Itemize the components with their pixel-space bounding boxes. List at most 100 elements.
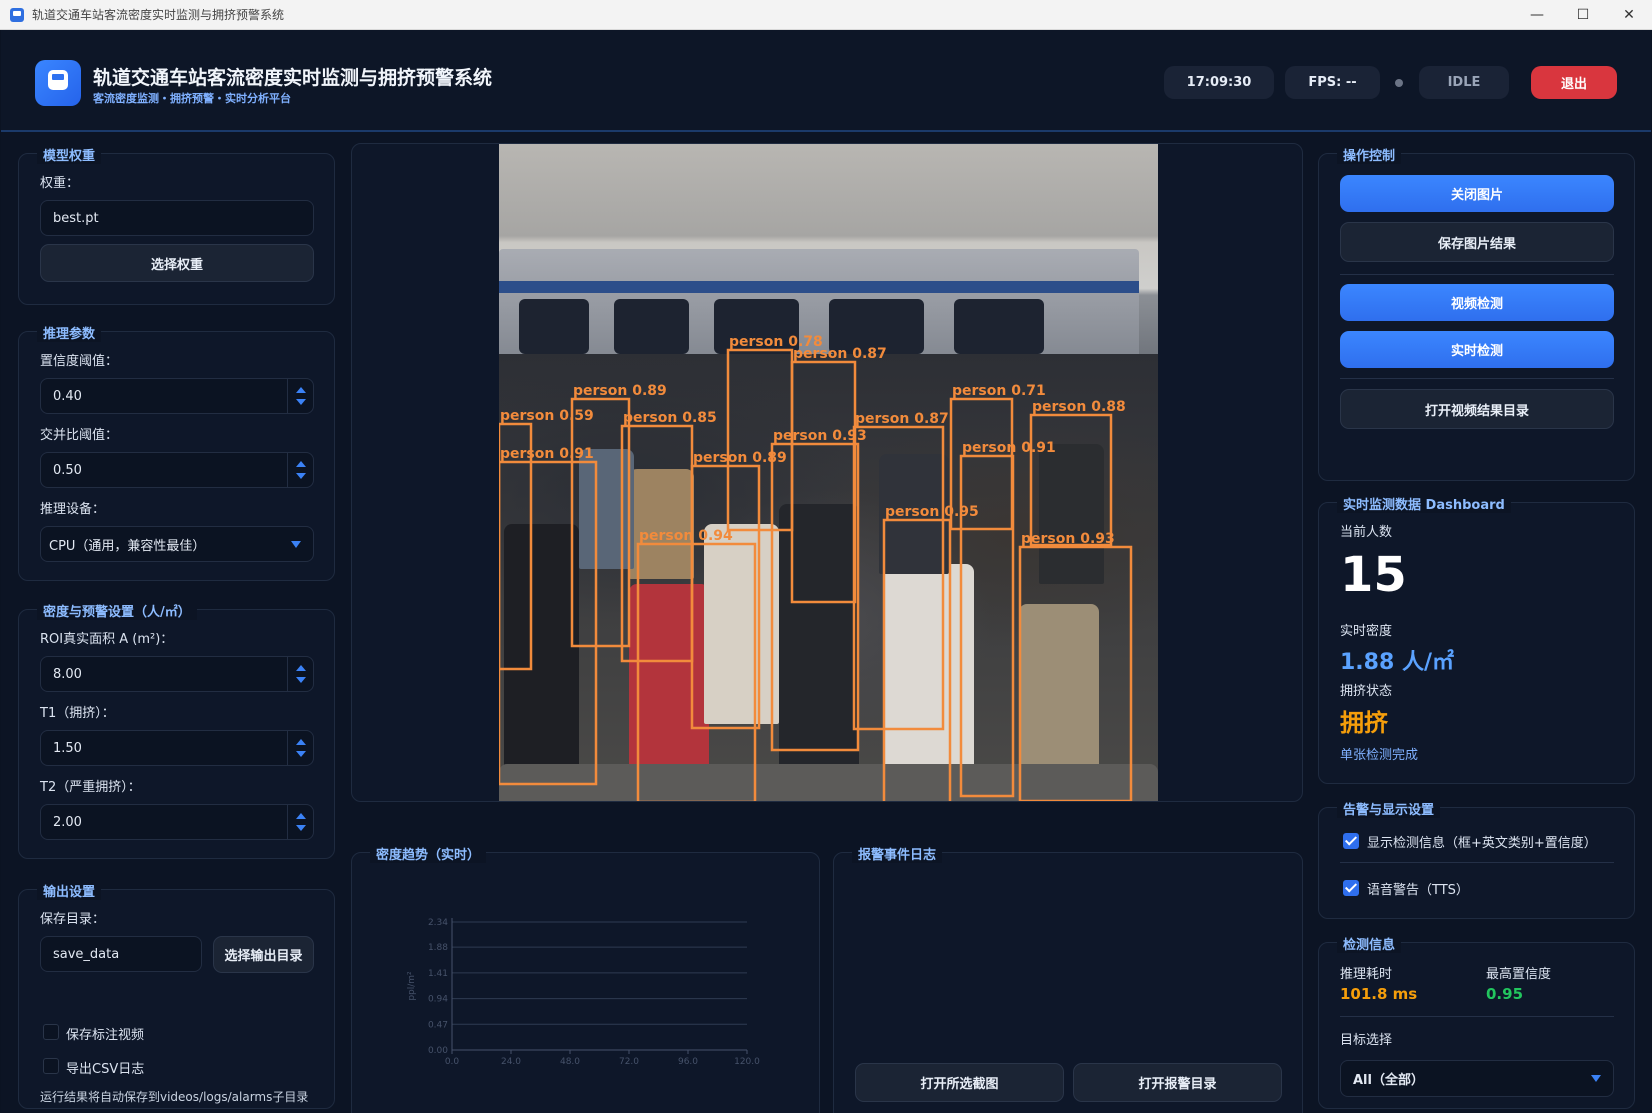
t2-stepper-icon[interactable] [287, 805, 313, 839]
x-tick-label: 48.0 [560, 1057, 580, 1067]
show-info-label: 显示检测信息（框+英文类别+置信度） [1367, 836, 1597, 851]
target-value: All（全部） [1353, 1073, 1424, 1088]
alerts-section-title: 告警与显示设置 [1337, 799, 1441, 818]
t1-label: T1（拥挤）： [40, 706, 115, 721]
chevron-down-icon [291, 541, 301, 548]
iou-spinbox[interactable]: 0.50 [40, 452, 314, 488]
save-image-result-button[interactable]: 保存图片结果 [1340, 222, 1614, 262]
count-value: 15 [1340, 547, 1407, 603]
divider [1340, 862, 1614, 863]
window-title: 轨道交通车站客流密度实时监测与拥挤预警系统 [32, 8, 285, 22]
show-info-checkbox[interactable] [1343, 833, 1359, 849]
save-video-label: 保存标注视频 [66, 1028, 145, 1043]
device-label: 推理设备： [40, 502, 106, 517]
density-value: 1.88 人/㎡ [1340, 650, 1454, 675]
y-tick-label: 1.88 [428, 943, 448, 953]
inference-panel: 推理参数 置信度阈值： 0.40 交并比阈值： 0.50 推理设备： CPU（通… [18, 323, 335, 581]
window-titlebar: 轨道交通车站客流密度实时监测与拥挤预警系统 — ☐ ✕ [0, 0, 1652, 30]
t2-spinbox[interactable]: 2.00 [40, 804, 314, 840]
crowd-status-value: 拥挤 [1340, 709, 1388, 737]
open-selected-screenshot-button[interactable]: 打开所选截图 [855, 1063, 1064, 1102]
trend-chart: 0.00 0.47 0.94 1.41 1.88 2.34 0.0 24.0 48.0 72.0 9… [407, 918, 760, 1067]
iou-value: 0.50 [53, 462, 82, 478]
detection-label: person 0.88 [1032, 399, 1126, 415]
detection-box [499, 460, 598, 786]
app-subtitle: 客流密度监测・拥挤预警・实时分析平台 [93, 92, 291, 105]
y-tick-label: 1.41 [428, 969, 448, 979]
t1-spinbox[interactable]: 1.50 [40, 730, 314, 766]
minimize-icon[interactable]: — [1514, 0, 1560, 30]
conf-spinbox[interactable]: 0.40 [40, 378, 314, 414]
output-dir-input[interactable]: save_data [40, 936, 202, 972]
output-panel: 输出设置 保存目录： save_data 选择输出目录 保存标注视频 导出CSV… [18, 881, 335, 1109]
conf-value: 0.40 [53, 388, 82, 404]
infer-time-value: 101.8 ms [1340, 985, 1418, 1003]
x-tick-label: 120.0 [734, 1057, 760, 1067]
t2-value: 2.00 [53, 814, 82, 830]
density-section-title: 密度与预警设置（人/㎡） [37, 601, 197, 620]
detection-box [790, 360, 857, 604]
status-label: 拥挤状态 [1340, 684, 1393, 699]
export-csv-checkbox[interactable] [43, 1058, 59, 1074]
t1-value: 1.50 [53, 740, 82, 756]
detection-label: person 0.91 [500, 446, 594, 462]
y-tick-label: 2.34 [428, 918, 448, 928]
roi-spinbox[interactable]: 8.00 [40, 656, 314, 692]
density-panel: 密度与预警设置（人/㎡） ROI真实面积 A (m²)： 8.00 T1（拥挤）… [18, 601, 335, 859]
detection-box [570, 397, 631, 648]
conf-stepper-icon[interactable] [287, 379, 313, 413]
max-conf-value: 0.95 [1486, 985, 1524, 1003]
alarm-log-section-title: 报警事件日志 [852, 844, 943, 863]
detection-label: person 0.59 [500, 408, 594, 424]
x-tick-label: 0.0 [445, 1057, 460, 1067]
roi-stepper-icon[interactable] [287, 657, 313, 691]
model-section-title: 模型权重 [37, 145, 102, 164]
maximize-icon[interactable]: ☐ [1560, 0, 1606, 30]
tts-label: 语音警告（TTS） [1367, 883, 1469, 898]
fps-display: FPS: -- [1285, 66, 1380, 99]
iou-label: 交并比阈值： [40, 428, 119, 443]
detection-label: person 0.91 [962, 440, 1056, 456]
device-select[interactable]: CPU（通用，兼容性最佳） [40, 526, 314, 562]
open-video-dir-button[interactable]: 打开视频结果目录 [1340, 389, 1614, 429]
controls-panel: 操作控制 关闭图片 保存图片结果 视频检测 实时检测 打开视频结果目录 [1318, 145, 1635, 481]
detinfo-section-title: 检测信息 [1337, 934, 1402, 953]
video-detect-button[interactable]: 视频检测 [1340, 284, 1614, 321]
detinfo-panel: 检测信息 推理耗时 101.8 ms 最高置信度 0.95 目标选择 All（全… [1318, 934, 1635, 1109]
exit-button[interactable]: 退出 [1531, 66, 1617, 99]
close-icon[interactable]: ✕ [1606, 0, 1652, 30]
trend-panel: 密度趋势（实时） 0.00 0.47 0.94 1.41 1.88 2.34 0.0 24.0… [351, 844, 820, 1113]
roi-label: ROI真实面积 A (m²)： [40, 632, 174, 647]
choose-output-dir-button[interactable]: 选择输出目录 [213, 936, 314, 973]
y-tick-label: 0.94 [428, 995, 448, 1005]
realtime-detect-button[interactable]: 实时检测 [1340, 331, 1614, 368]
t1-stepper-icon[interactable] [287, 731, 313, 765]
detection-box [852, 425, 945, 731]
detection-box [636, 542, 757, 801]
x-tick-label: 72.0 [619, 1057, 639, 1067]
chevron-down-icon [1591, 1075, 1601, 1082]
detection-label: person 0.87 [855, 411, 949, 427]
dashboard-panel: 实时监测数据 Dashboard 当前人数 15 实时密度 1.88 人/㎡ 拥… [1318, 494, 1635, 784]
save-video-checkbox[interactable] [43, 1024, 59, 1040]
alerts-panel: 告警与显示设置 显示检测信息（框+英文类别+置信度） 语音警告（TTS） [1318, 799, 1635, 919]
dir-label: 保存目录： [40, 912, 106, 927]
divider [1340, 1016, 1614, 1017]
close-image-button[interactable]: 关闭图片 [1340, 175, 1614, 212]
x-tick-label: 24.0 [501, 1057, 521, 1067]
iou-stepper-icon[interactable] [287, 453, 313, 487]
detection-label: person 0.95 [885, 504, 979, 520]
tts-checkbox[interactable] [1343, 880, 1359, 896]
status-dot-icon [1395, 79, 1403, 87]
detection-label: person 0.71 [952, 383, 1046, 399]
model-panel: 模型权重 权重： best.pt 选择权重 [18, 145, 335, 305]
open-alarm-dir-button[interactable]: 打开报警目录 [1073, 1063, 1282, 1102]
divider [1340, 378, 1614, 379]
weight-label: 权重： [40, 176, 80, 191]
alarm-log-list[interactable] [852, 873, 1284, 1053]
choose-weight-button[interactable]: 选择权重 [40, 244, 314, 282]
weight-input[interactable]: best.pt [40, 200, 314, 236]
target-select[interactable]: All（全部） [1340, 1060, 1614, 1097]
clock-display: 17:09:30 [1164, 66, 1274, 99]
target-label: 目标选择 [1340, 1033, 1393, 1048]
